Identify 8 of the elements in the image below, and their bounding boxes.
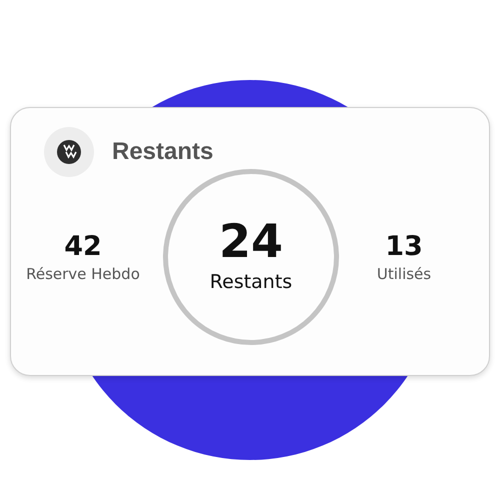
stat-label: Réserve Hebdo — [26, 265, 140, 283]
main-value: 24 — [218, 215, 283, 267]
stat-value: 42 — [64, 231, 102, 263]
stat-label: Utilisés — [376, 265, 432, 283]
stat-value: 13 — [385, 231, 423, 263]
main-label: Restants — [210, 271, 292, 293]
logo-icon — [44, 127, 94, 177]
card-title: Restants — [112, 138, 214, 166]
